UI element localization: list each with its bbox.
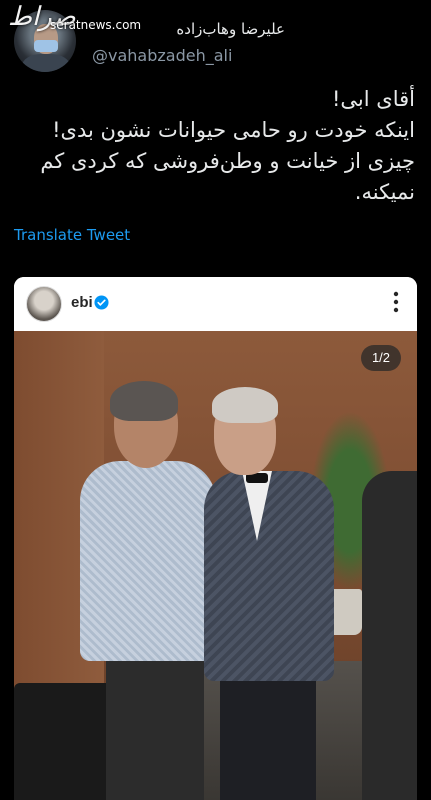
avatar-body	[22, 54, 70, 72]
watermark-url: seratnews.com	[50, 18, 142, 32]
person-right-jacket	[204, 471, 334, 681]
person-left-pants	[106, 656, 204, 800]
author-handle[interactable]: @vahabzadeh_ali	[92, 46, 232, 65]
photo-background-person	[362, 471, 417, 800]
person-left-shirt	[80, 461, 216, 661]
post-username[interactable]: ebi	[71, 294, 93, 311]
avatar-mask	[34, 40, 58, 52]
tweet-line: أقای ابی!	[332, 87, 415, 111]
tweet-line: نمیکنه.	[354, 180, 415, 204]
more-options-icon[interactable]	[393, 291, 399, 313]
post-photo[interactable]: 1/2	[14, 331, 417, 800]
tweet-line: اینکه خودت رو حامی حیوانات نشون بدی!	[52, 118, 415, 142]
verified-badge-icon	[94, 295, 109, 310]
person-right-hair	[212, 387, 278, 423]
embedded-instagram-post[interactable]: ebi 1/2	[14, 277, 417, 800]
post-header: ebi	[14, 277, 417, 331]
tweet-text: أقای ابی! اینکه خودت رو حامی حیوانات نشو…	[15, 84, 415, 208]
tweet-line: چیزی از خیانت و وطن‌فروشی که کردی کم	[40, 149, 415, 173]
author-display-name[interactable]: علیرضا وهاب‌زاده	[176, 20, 285, 38]
carousel-counter: 1/2	[361, 345, 401, 371]
tweet-header: صراط seratnews.com علیرضا وهاب‌زاده @vah…	[0, 0, 431, 90]
post-author-avatar[interactable]	[26, 286, 62, 322]
person-right-pants	[220, 676, 316, 800]
person-left-hair	[110, 381, 178, 421]
translate-tweet-link[interactable]: Translate Tweet	[14, 226, 130, 244]
